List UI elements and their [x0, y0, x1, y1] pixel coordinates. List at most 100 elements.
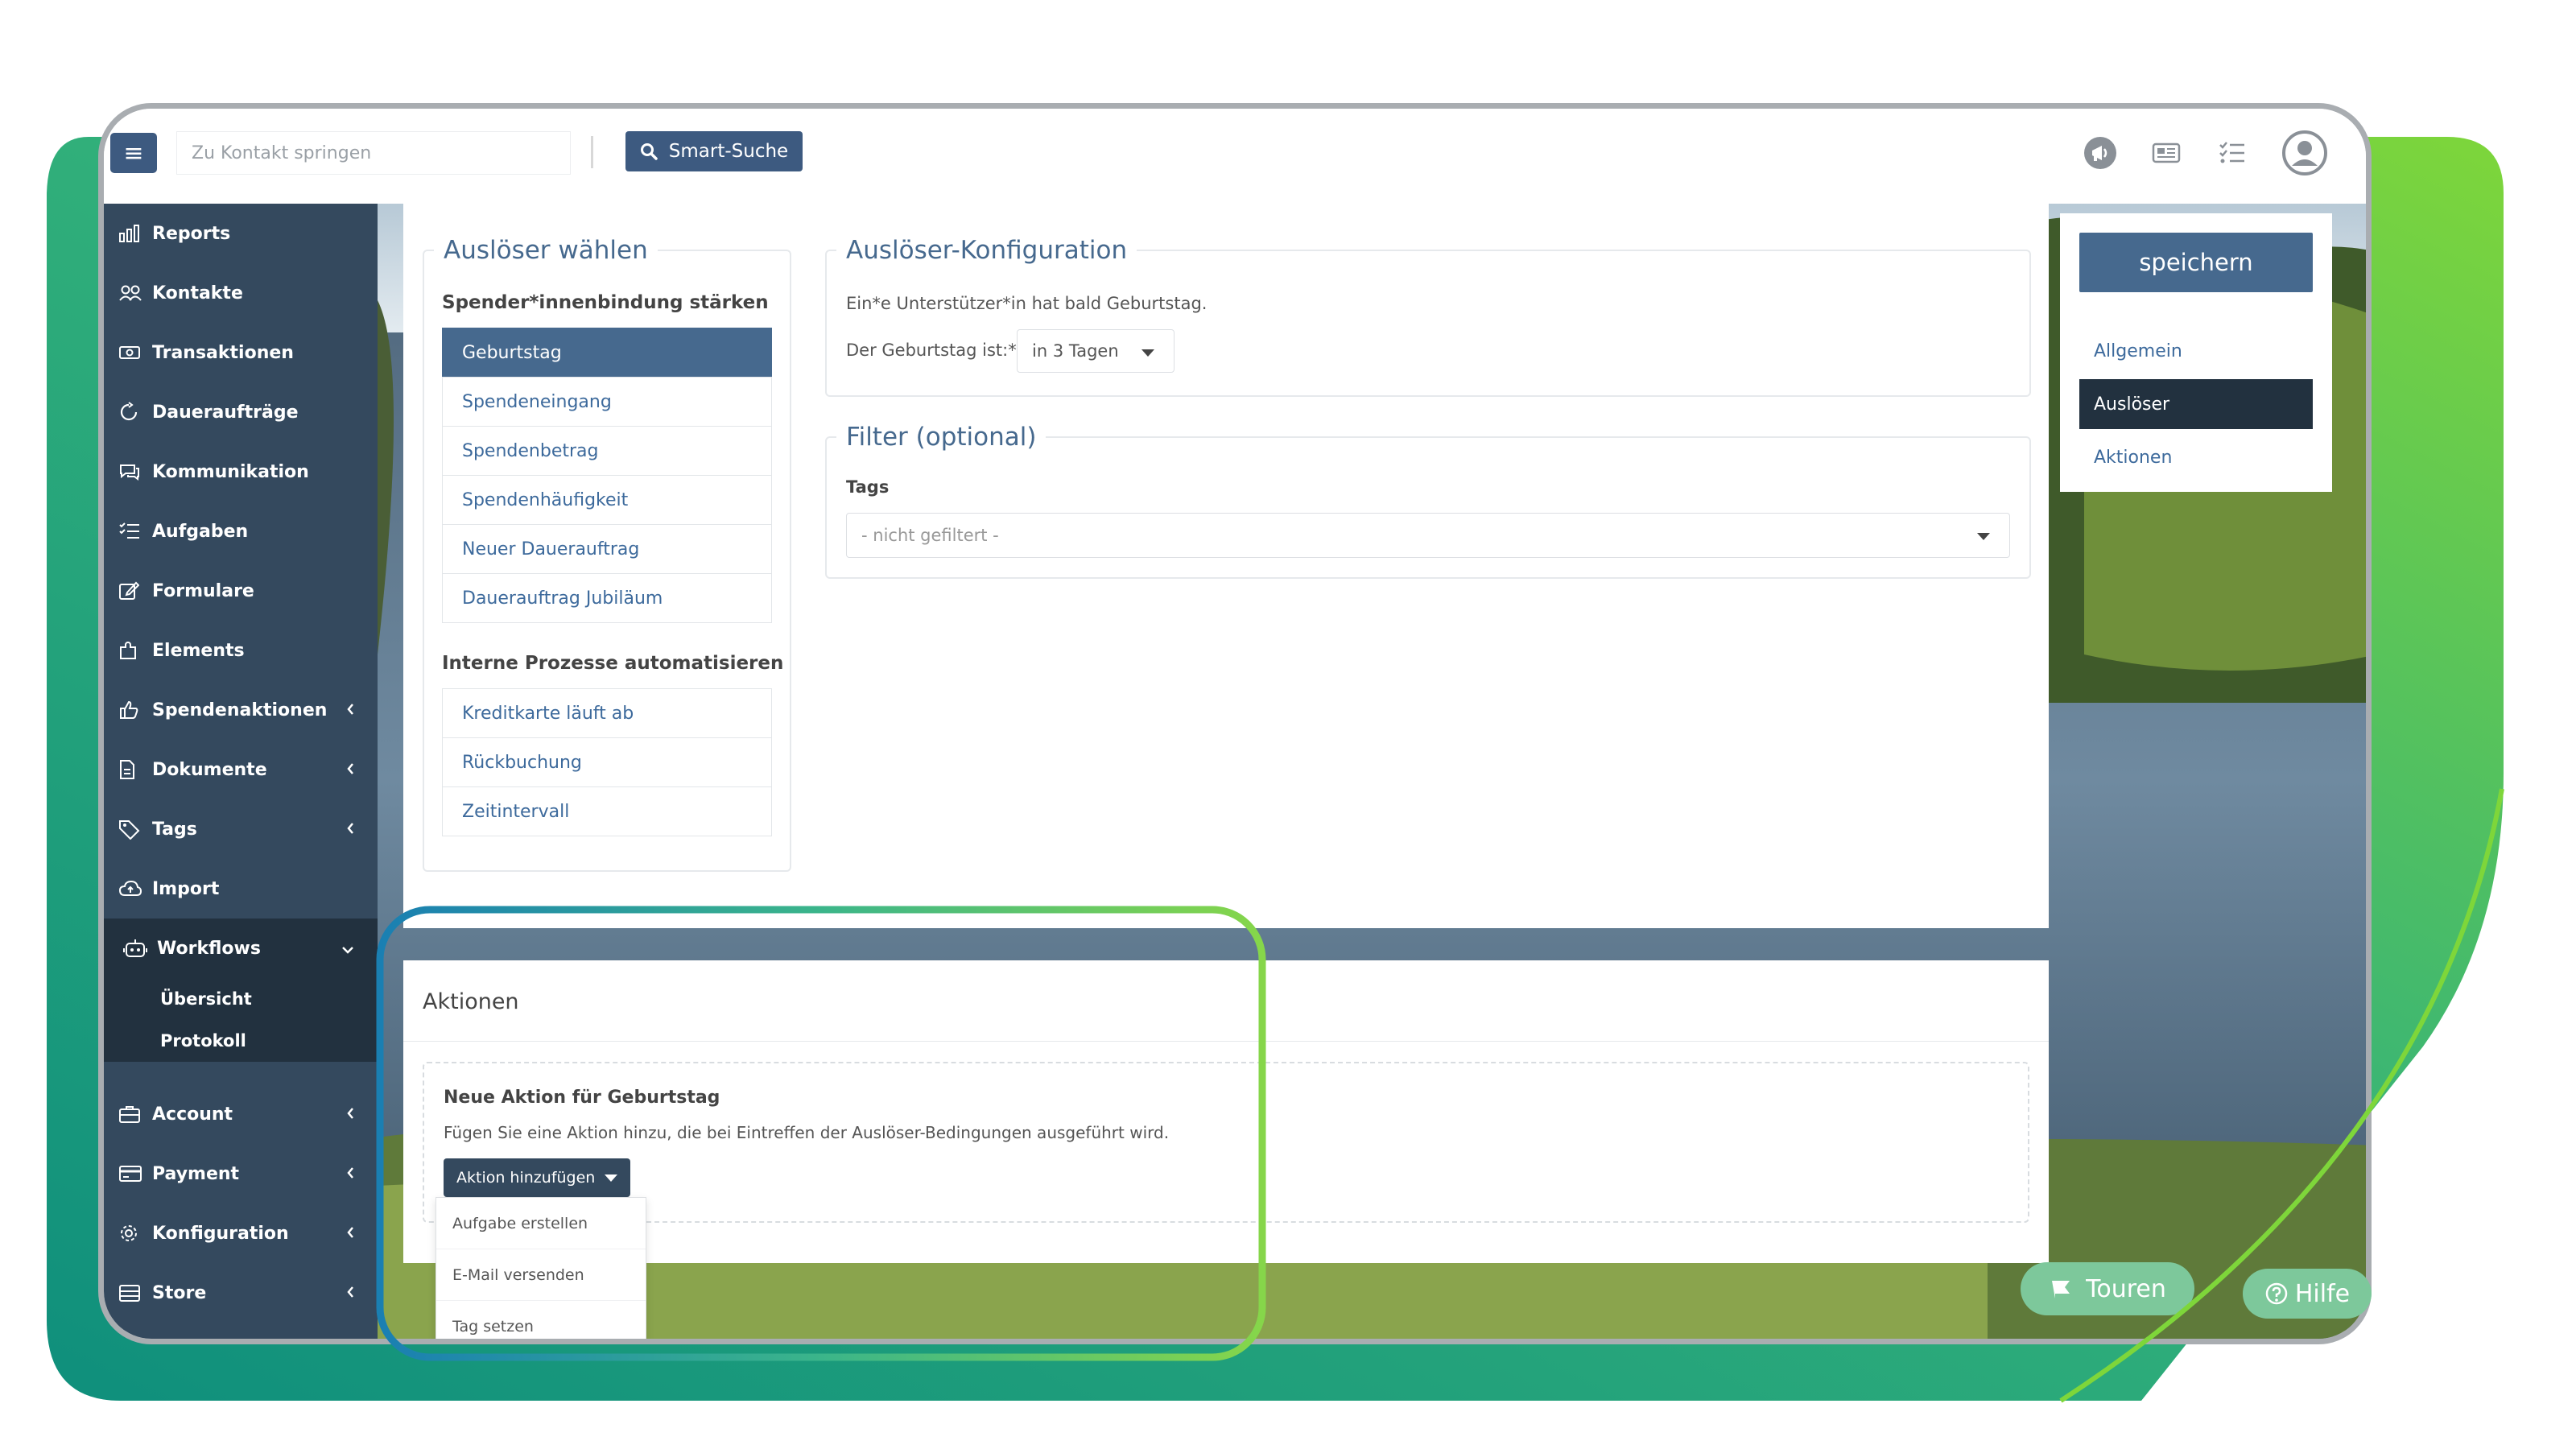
news-button[interactable] [2149, 135, 2184, 171]
sidebar-item-kontakte[interactable]: Kontakte [104, 263, 378, 323]
chevron-left-icon [345, 1224, 355, 1245]
newspaper-icon [2152, 142, 2181, 163]
trigger-option-rueckbuchung[interactable]: Rückbuchung [442, 737, 772, 787]
new-action-description: Fügen Sie eine Aktion hinzu, die bei Ein… [444, 1123, 1170, 1142]
chart-icon [118, 224, 152, 243]
sidebar-subitem-protokoll[interactable]: Protokoll [104, 1020, 378, 1062]
config-legend: Auslöser-Konfiguration [846, 236, 1128, 265]
nav-link-allgemein[interactable]: Allgemein [2079, 326, 2313, 376]
sidebar-item-kommunikation[interactable]: Kommunikation [104, 442, 378, 502]
trigger-option-spendenbetrag[interactable]: Spendenbetrag [442, 426, 772, 476]
sidebar-item-store[interactable]: Store [104, 1263, 378, 1323]
sidebar-item-spendenaktionen[interactable]: Spendenaktionen [104, 680, 378, 740]
trigger-option-geburtstag[interactable]: Geburtstag [442, 328, 772, 378]
trigger-group-title: Interne Prozesse automatisieren [442, 653, 784, 674]
caret-down-icon [605, 1174, 617, 1182]
contact-jump-input[interactable] [176, 131, 571, 175]
trigger-option-zeitintervall[interactable]: Zeitintervall [442, 786, 772, 836]
nav-link-aktionen[interactable]: Aktionen [2079, 432, 2313, 482]
new-action-box: Neue Aktion für Geburtstag Fügen Sie ein… [423, 1062, 2029, 1223]
chevron-down-icon [341, 939, 355, 960]
document-icon [118, 759, 152, 780]
sidebar-item-account[interactable]: Account [104, 1084, 378, 1144]
dropdown-item-tag[interactable]: Tag setzen [436, 1301, 646, 1339]
sidebar-item-tags[interactable]: Tags [104, 799, 378, 859]
announcement-button[interactable] [2083, 135, 2118, 171]
sidebar-item-label: Payment [152, 1163, 240, 1184]
puzzle-icon [118, 640, 152, 661]
sidebar-subitem-uebersicht[interactable]: Übersicht [104, 978, 378, 1020]
trigger-option-dauerauftrag-jubilaeum[interactable]: Dauerauftrag Jubiläum [442, 573, 772, 623]
credit-card-icon [118, 1165, 152, 1183]
trigger-option-spendeneingang[interactable]: Spendeneingang [442, 377, 772, 427]
briefcase-icon [118, 1104, 152, 1124]
caret-down-icon [1977, 533, 1990, 540]
sidebar-item-reports[interactable]: Reports [104, 204, 378, 263]
dropdown-item-aufgabe[interactable]: Aufgabe erstellen [436, 1198, 646, 1249]
sidebar-item-label: Tags [152, 819, 197, 840]
sidebar-item-import[interactable]: Import [104, 859, 378, 919]
chat-icon [118, 462, 152, 481]
sidebar-item-label: Daueraufträge [152, 402, 299, 423]
sidebar-item-label: Kommunikation [152, 461, 309, 482]
sidebar-item-payment[interactable]: Payment [104, 1144, 378, 1203]
smart-search-label: Smart-Suche [668, 141, 789, 162]
help-button[interactable]: Hilfe [2243, 1269, 2372, 1319]
sidebar-item-label: Store [152, 1282, 207, 1303]
trigger-list-internal: Kreditkarte läuft ab Rückbuchung Zeitint… [442, 688, 772, 836]
sidebar-item-formulare[interactable]: Formulare [104, 561, 378, 621]
sidebar-item-konfiguration[interactable]: Konfiguration [104, 1203, 378, 1263]
side-nav-card: speichern Allgemein Auslöser Aktionen [2060, 213, 2332, 492]
save-button[interactable]: speichern [2079, 233, 2313, 292]
smart-search-button[interactable]: Smart-Suche [625, 131, 803, 171]
sidebar-item-workflows[interactable]: Workflows [104, 919, 378, 978]
chevron-left-icon [345, 820, 355, 840]
sidebar-item-transaktionen[interactable]: Transaktionen [104, 323, 378, 382]
search-icon [640, 143, 658, 160]
megaphone-icon [2084, 137, 2116, 169]
chevron-left-icon [345, 701, 355, 721]
topbar-icons [2083, 126, 2329, 180]
edit-icon [118, 580, 152, 601]
user-avatar-button[interactable] [2281, 129, 2329, 177]
thumbs-up-icon [118, 700, 152, 720]
trigger-panel: Auslöser wählen Spender*innenbindung stä… [403, 204, 2049, 928]
menu-toggle-button[interactable]: ≡ [110, 133, 157, 173]
tasks-button[interactable] [2215, 135, 2250, 171]
store-icon [118, 1283, 152, 1302]
tag-icon [118, 819, 152, 840]
help-label: Hilfe [2294, 1279, 2351, 1308]
birthday-select-value: in 3 Tagen [1032, 341, 1119, 361]
sidebar-item-label: Workflows [157, 938, 261, 959]
divider [403, 1041, 2049, 1042]
sidebar-item-dauerauftraege[interactable]: Daueraufträge [104, 382, 378, 442]
birthday-select[interactable]: in 3 Tagen [1017, 329, 1174, 373]
tags-select[interactable]: - nicht gefiltert - [846, 513, 2010, 558]
tours-button[interactable]: Touren [2021, 1262, 2194, 1315]
sidebar-item-label: Dokumente [152, 759, 267, 780]
add-action-label: Aktion hinzufügen [456, 1169, 596, 1187]
chevron-left-icon [345, 1284, 355, 1304]
trigger-option-kreditkarte[interactable]: Kreditkarte läuft ab [442, 688, 772, 738]
sidebar-item-dokumente[interactable]: Dokumente [104, 740, 378, 799]
checklist-icon [2219, 142, 2244, 163]
tags-label: Tags [846, 477, 890, 497]
add-action-button[interactable]: Aktion hinzufügen [444, 1158, 630, 1197]
divider [591, 136, 593, 168]
sidebar-item-aufgaben[interactable]: Aufgaben [104, 502, 378, 561]
dropdown-item-email[interactable]: E-Mail versenden [436, 1249, 646, 1301]
sidebar-item-label: Elements [152, 640, 245, 661]
trigger-legend: Auslöser wählen [444, 236, 648, 265]
sidebar-item-label: Konfiguration [152, 1223, 289, 1244]
trigger-option-neuer-dauerauftrag[interactable]: Neuer Dauerauftrag [442, 524, 772, 574]
sidebar-item-label: Spendenaktionen [152, 700, 328, 720]
money-icon [118, 345, 152, 361]
sidebar-item-elements[interactable]: Elements [104, 621, 378, 680]
sidebar-item-label: Reports [152, 223, 231, 244]
trigger-config-fieldset: Auslöser-Konfiguration [825, 236, 2031, 397]
trigger-option-spendenhaeufigkeit[interactable]: Spendenhäufigkeit [442, 475, 772, 525]
birthday-label: Der Geburtstag ist:* [846, 341, 1017, 360]
filter-legend: Filter (optional) [846, 423, 1037, 452]
nav-link-ausloeser[interactable]: Auslöser [2079, 379, 2313, 429]
trigger-group-title: Spender*innenbindung stärken [442, 292, 769, 313]
